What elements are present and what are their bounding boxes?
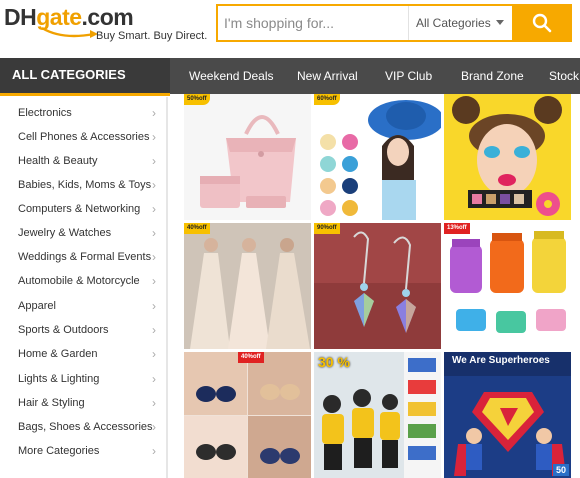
sidebar-item-label: Home & Garden	[18, 348, 98, 360]
chevron-right-icon: ›	[152, 178, 156, 192]
chevron-right-icon: ›	[152, 444, 156, 458]
category-sidebar: Electronics › Cell Phones & Accessories › …	[0, 97, 168, 478]
promo-corner-badge: 50	[552, 464, 569, 476]
nav-brand-zone[interactable]: Brand Zone	[461, 58, 524, 94]
sidebar-item-home-garden[interactable]: Home & Garden ›	[0, 342, 166, 366]
chevron-right-icon: ›	[152, 420, 156, 434]
category-dropdown[interactable]: All Categories	[416, 6, 504, 40]
chevron-right-icon: ›	[152, 347, 156, 361]
discount-badge: 50%off	[184, 94, 210, 105]
lingerie-image	[184, 352, 311, 478]
chevron-right-icon: ›	[152, 299, 156, 313]
sidebar-item-label: More Categories	[18, 445, 100, 457]
sidebar-item-cell-phones[interactable]: Cell Phones & Accessories ›	[0, 125, 166, 149]
search-divider	[408, 6, 409, 40]
discount-badge: 40%off	[184, 223, 210, 234]
chevron-right-icon: ›	[152, 154, 156, 168]
chevron-right-icon: ›	[152, 226, 156, 240]
sidebar-item-label: Cell Phones & Accessories	[18, 131, 150, 143]
product-grid: 50%off 60%off 40%off 90%off 13%off 40%of…	[184, 94, 580, 478]
chevron-right-icon: ›	[152, 106, 156, 120]
sidebar-item-label: Lights & Lighting	[18, 373, 100, 385]
sidebar-item-electronics[interactable]: Electronics ›	[0, 101, 166, 125]
sidebar-item-automobile[interactable]: Automobile & Motorcycle ›	[0, 269, 166, 293]
sidebar-item-computers[interactable]: Computers & Networking ›	[0, 197, 166, 221]
sidebar-item-babies-kids[interactable]: Babies, Kids, Moms & Toys ›	[0, 173, 166, 197]
all-categories-button[interactable]: ALL CATEGORIES	[0, 58, 170, 96]
makeup-image	[444, 94, 571, 220]
sidebar-item-label: Jewelry & Watches	[18, 227, 112, 239]
nav-new-arrival[interactable]: New Arrival	[297, 58, 358, 94]
sidebar-item-bags-shoes[interactable]: Bags, Shoes & Accessories ›	[0, 415, 166, 439]
discount-badge: 60%off	[314, 94, 340, 105]
sidebar-item-label: Apparel	[18, 300, 56, 312]
sidebar-item-more[interactable]: More Categories ›	[0, 439, 166, 463]
search-button[interactable]	[512, 4, 572, 42]
search-bar: All Categories	[216, 4, 572, 42]
sidebar-item-sports[interactable]: Sports & Outdoors ›	[0, 318, 166, 342]
sidebar-item-health-beauty[interactable]: Health & Beauty ›	[0, 149, 166, 173]
product-tile-handbag[interactable]: 50%off	[184, 94, 311, 220]
sidebar-item-lights[interactable]: Lights & Lighting ›	[0, 367, 166, 391]
discount-badge: 40%off	[238, 352, 264, 363]
earrings-image	[314, 223, 441, 349]
sidebar-item-hair[interactable]: Hair & Styling ›	[0, 391, 166, 415]
search-input[interactable]	[218, 6, 408, 40]
product-tile-superheroes[interactable]: We Are Superheroes 50	[444, 352, 571, 478]
dry-bags-image	[444, 223, 571, 349]
handbag-image	[184, 94, 311, 220]
sidebar-item-label: Hair & Styling	[18, 397, 85, 409]
product-tile-sun-hat[interactable]: 60%off	[314, 94, 441, 220]
sidebar-item-weddings[interactable]: Weddings & Formal Events ›	[0, 245, 166, 269]
nav-stock[interactable]: Stock	[549, 58, 579, 94]
superheroes-image	[444, 352, 571, 478]
category-dropdown-label: All Categories	[416, 16, 491, 30]
logo-tagline: Buy Smart. Buy Direct.	[96, 30, 208, 42]
nav-vip-club[interactable]: VIP Club	[385, 58, 432, 94]
product-tile-lingerie[interactable]: 40%off	[184, 352, 311, 478]
product-tile-makeup[interactable]	[444, 94, 571, 220]
logo-swoosh-icon	[41, 26, 98, 38]
sidebar-item-label: Babies, Kids, Moms & Toys	[18, 179, 152, 191]
chevron-right-icon: ›	[152, 323, 156, 337]
dhgate-logo[interactable]: DHgate.com Buy Smart. Buy Direct.	[4, 4, 208, 48]
product-tile-backpacks[interactable]: 30 %	[314, 352, 441, 478]
backpacks-image	[314, 352, 441, 478]
chevron-right-icon: ›	[152, 372, 156, 386]
chevron-right-icon: ›	[152, 396, 156, 410]
nav-weekend-deals[interactable]: Weekend Deals	[189, 58, 274, 94]
logo-dh: DH	[4, 4, 37, 30]
discount-badge: 90%off	[314, 223, 340, 234]
sidebar-item-label: Sports & Outdoors	[18, 324, 109, 336]
discount-badge: 13%off	[444, 223, 470, 234]
search-icon	[532, 13, 552, 33]
product-tile-dry-bags[interactable]: 13%off	[444, 223, 571, 349]
chevron-right-icon: ›	[152, 130, 156, 144]
header: DHgate.com Buy Smart. Buy Direct. All Ca…	[0, 0, 580, 58]
caret-down-icon	[495, 20, 504, 25]
sidebar-item-apparel[interactable]: Apparel ›	[0, 294, 166, 318]
sidebar-item-label: Bags, Shoes & Accessories	[18, 421, 153, 433]
main-nav: ALL CATEGORIES Weekend Deals New Arrival…	[0, 58, 580, 96]
promo-headline: We Are Superheroes	[452, 355, 550, 366]
product-tile-earrings[interactable]: 90%off	[314, 223, 441, 349]
sidebar-item-label: Automobile & Motorcycle	[18, 275, 140, 287]
wedding-dresses-image	[184, 223, 311, 349]
chevron-right-icon: ›	[152, 274, 156, 288]
sun-hat-image	[314, 94, 441, 220]
sidebar-item-label: Electronics	[18, 107, 72, 119]
chevron-right-icon: ›	[152, 202, 156, 216]
sidebar-item-label: Computers & Networking	[18, 203, 141, 215]
sidebar-item-label: Weddings & Formal Events	[18, 251, 152, 263]
sidebar-item-label: Health & Beauty	[18, 155, 98, 167]
product-tile-wedding-dresses[interactable]: 40%off	[184, 223, 311, 349]
promo-30-percent: 30 %	[318, 354, 350, 370]
sidebar-item-jewelry[interactable]: Jewelry & Watches ›	[0, 221, 166, 245]
chevron-right-icon: ›	[152, 250, 156, 264]
